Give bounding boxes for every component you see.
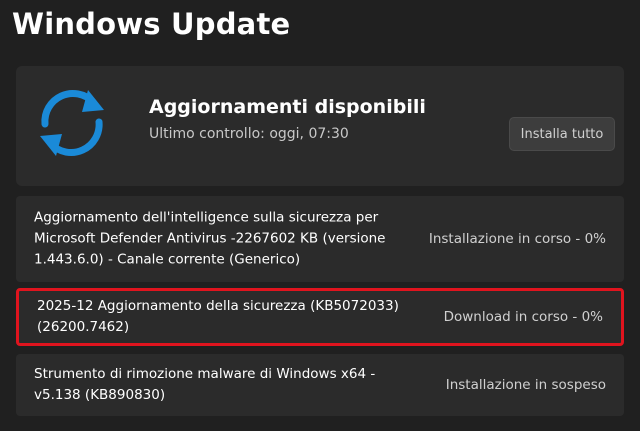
update-row-malware-tool[interactable]: Strumento di rimozione malware di Window… (16, 354, 624, 416)
update-description: 2025-12 Aggiornamento della sicurezza (K… (37, 298, 399, 335)
update-state: Installazione in sospeso (445, 377, 606, 393)
sync-icon (40, 89, 104, 157)
page-title: Windows Update (12, 7, 291, 41)
update-row-security[interactable]: 2025-12 Aggiornamento della sicurezza (K… (16, 288, 624, 346)
install-all-button[interactable]: Installa tutto (509, 117, 615, 151)
update-description: Strumento di rimozione malware di Window… (34, 366, 376, 403)
last-check-text: Ultimo controllo: oggi, 07:30 (149, 126, 349, 142)
update-row-defender[interactable]: Aggiornamento dell'intelligence sulla si… (16, 196, 624, 282)
update-state: Installazione in corso - 0% (428, 231, 606, 247)
update-state: Download in corso - 0% (443, 309, 603, 325)
status-title: Aggiornamenti disponibili (149, 96, 426, 118)
update-description: Aggiornamento dell'intelligence sulla si… (34, 209, 386, 268)
update-status-card: Aggiornamenti disponibili Ultimo control… (16, 66, 624, 186)
